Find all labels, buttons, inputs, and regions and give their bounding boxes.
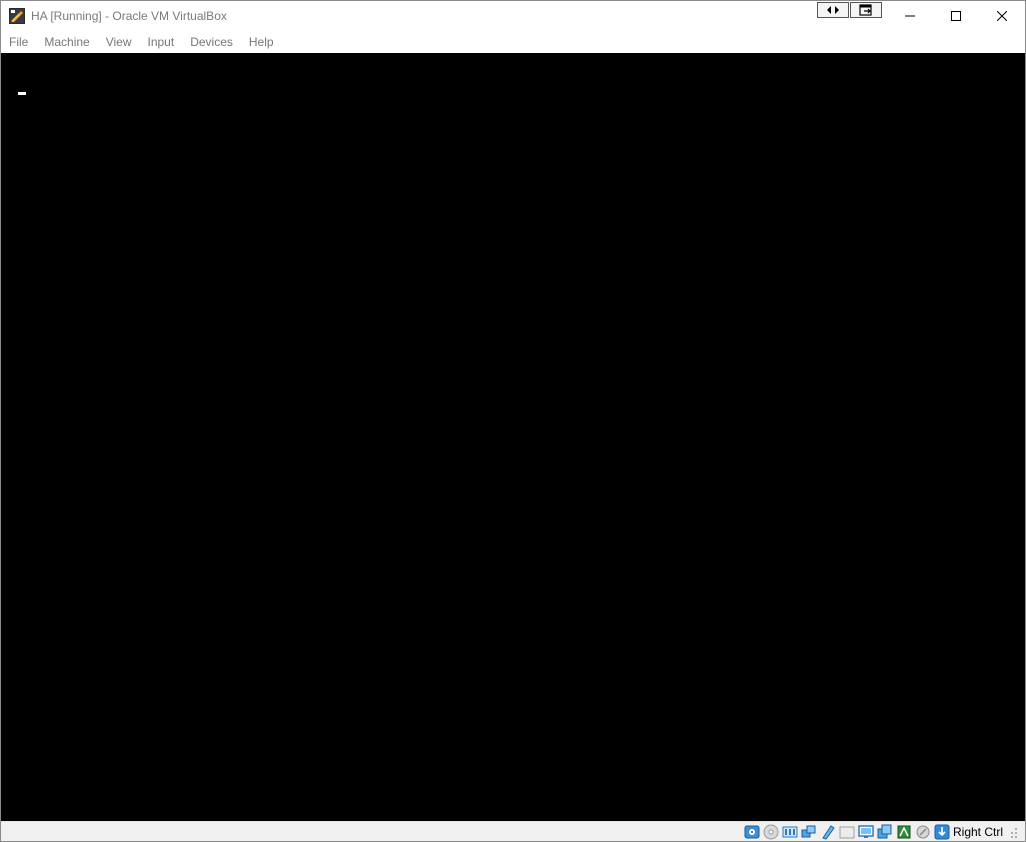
mini-toolbar bbox=[817, 2, 883, 19]
display-icon[interactable] bbox=[858, 824, 874, 840]
shared-folders-icon[interactable] bbox=[839, 824, 855, 840]
window-title: HA [Running] - Oracle VM VirtualBox bbox=[31, 9, 227, 23]
status-indicators: Right Ctrl bbox=[741, 823, 1019, 841]
minimize-button[interactable] bbox=[887, 1, 933, 31]
restore-mini-toolbar-button[interactable] bbox=[817, 2, 849, 18]
maximize-icon bbox=[951, 11, 961, 21]
exit-fullscreen-button[interactable] bbox=[850, 2, 882, 18]
title-bar[interactable]: HA [Running] - Oracle VM VirtualBox bbox=[1, 1, 1025, 31]
cpu-icon[interactable] bbox=[896, 824, 912, 840]
virtualbox-app-icon bbox=[9, 8, 25, 24]
menu-help[interactable]: Help bbox=[241, 31, 282, 53]
maximize-button[interactable] bbox=[933, 1, 979, 31]
menu-bar: File Machine View Input Devices Help bbox=[1, 31, 1025, 53]
resize-grip-icon[interactable] bbox=[1009, 824, 1019, 840]
audio-icon[interactable] bbox=[782, 824, 798, 840]
video-capture-icon[interactable] bbox=[877, 824, 893, 840]
status-bar: Right Ctrl bbox=[1, 821, 1025, 841]
menu-machine[interactable]: Machine bbox=[36, 31, 97, 53]
menu-devices[interactable]: Devices bbox=[182, 31, 241, 53]
menu-input[interactable]: Input bbox=[140, 31, 183, 53]
usb-icon[interactable] bbox=[820, 824, 836, 840]
window-exit-icon bbox=[859, 4, 872, 16]
minimize-icon bbox=[905, 15, 915, 17]
window-controls bbox=[887, 1, 1025, 31]
network-icon[interactable] bbox=[801, 824, 817, 840]
menu-file[interactable]: File bbox=[1, 31, 36, 53]
optical-drive-icon[interactable] bbox=[763, 824, 779, 840]
text-cursor bbox=[18, 92, 26, 95]
host-key-label: Right Ctrl bbox=[952, 825, 1003, 839]
virtualbox-window: HA [Running] - Oracle VM VirtualBox File… bbox=[0, 0, 1026, 842]
arrows-left-right-icon bbox=[827, 6, 839, 14]
mouse-integration-icon[interactable] bbox=[915, 824, 931, 840]
vm-display[interactable] bbox=[1, 53, 1025, 821]
hard-disk-icon[interactable] bbox=[744, 824, 760, 840]
menu-view[interactable]: View bbox=[98, 31, 140, 53]
keyboard-icon[interactable] bbox=[934, 824, 950, 840]
close-icon bbox=[997, 11, 1007, 21]
close-button[interactable] bbox=[979, 1, 1025, 31]
